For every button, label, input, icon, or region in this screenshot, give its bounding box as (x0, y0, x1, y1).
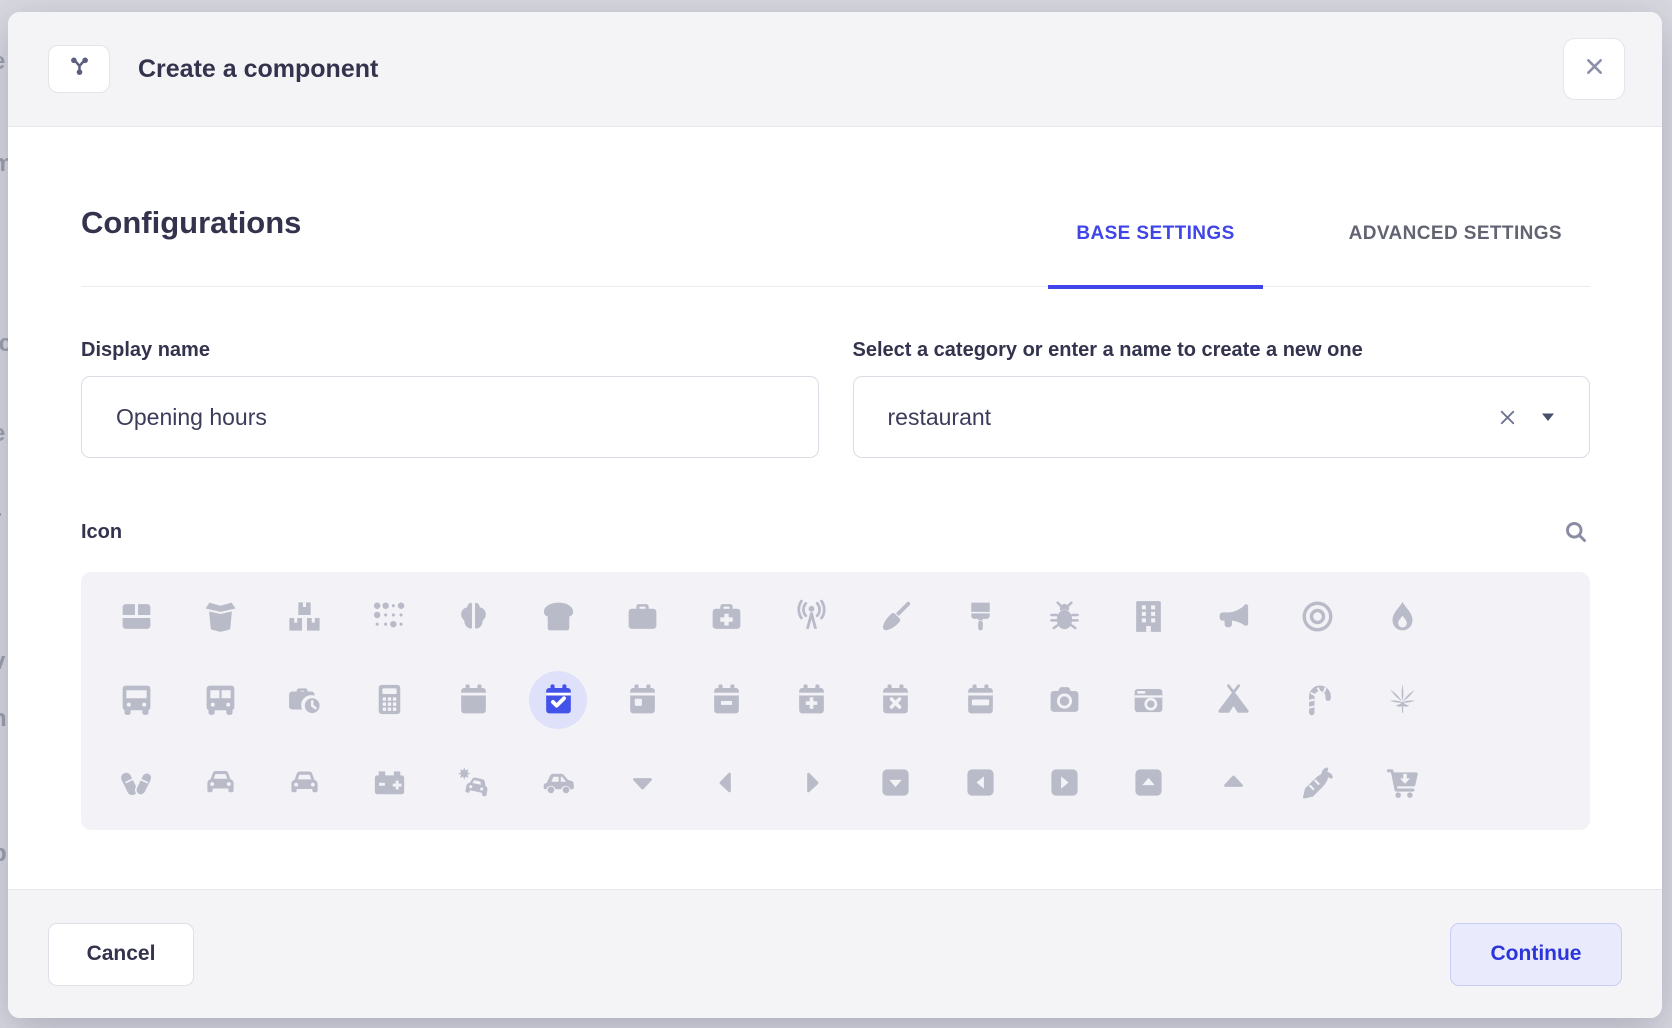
candy-cane-icon[interactable] (1275, 658, 1359, 741)
icon-label: Icon (81, 521, 122, 544)
configurations-header-row: Configurations BASE SETTINGS ADVANCED SE… (81, 205, 1590, 287)
close-button[interactable] (1563, 38, 1625, 100)
cancel-button[interactable]: Cancel (48, 923, 194, 986)
modal-body: Configurations BASE SETTINGS ADVANCED SE… (8, 127, 1662, 889)
icon-section-header: Icon (81, 518, 1590, 546)
calendar-plus-icon[interactable] (769, 658, 853, 741)
continue-button[interactable]: Continue (1450, 923, 1622, 986)
brain-icon[interactable] (432, 575, 516, 658)
category-value: restaurant (888, 404, 1497, 431)
icon-picker-panel (81, 572, 1590, 830)
caret-up-icon[interactable] (1191, 741, 1275, 824)
settings-tabs: BASE SETTINGS ADVANCED SETTINGS (1048, 223, 1590, 287)
box-open-icon[interactable] (178, 575, 262, 658)
category-field-group: Select a category or enter a name to cre… (853, 339, 1591, 458)
display-name-input[interactable] (116, 404, 784, 431)
caret-left-icon[interactable] (685, 741, 769, 824)
campground-icon[interactable] (1191, 658, 1275, 741)
braille-icon[interactable] (347, 575, 431, 658)
camera-icon[interactable] (1022, 658, 1106, 741)
caret-down-icon[interactable] (1541, 412, 1555, 422)
display-name-label: Display name (81, 339, 819, 362)
calendar-day-icon[interactable] (600, 658, 684, 741)
section-title: Configurations (81, 205, 301, 286)
bus-icon[interactable] (94, 658, 178, 741)
calendar-week-icon[interactable] (938, 658, 1022, 741)
tab-advanced-settings[interactable]: ADVANCED SETTINGS (1321, 223, 1590, 287)
close-icon (1581, 53, 1608, 85)
car-crash-icon[interactable] (432, 741, 516, 824)
caret-right-icon[interactable] (769, 741, 853, 824)
component-node-icon (66, 53, 93, 85)
car-alt-icon[interactable] (263, 741, 347, 824)
calendar-times-icon[interactable] (854, 658, 938, 741)
calendar-minus-icon[interactable] (685, 658, 769, 741)
briefcase-icon[interactable] (600, 575, 684, 658)
caret-square-down-icon[interactable] (854, 741, 938, 824)
calendar-check-icon[interactable] (516, 658, 600, 741)
capsules-icon[interactable] (94, 741, 178, 824)
tab-base-settings[interactable]: BASE SETTINGS (1048, 223, 1262, 289)
cart-arrow-down-icon[interactable] (1360, 741, 1444, 824)
clear-x-icon[interactable] (1496, 406, 1519, 429)
calculator-icon[interactable] (347, 658, 431, 741)
camera-retro-icon[interactable] (1107, 658, 1191, 741)
modal-footer: Cancel Continue (8, 889, 1662, 1018)
create-component-modal: Create a component Configurations BASE S… (8, 12, 1662, 1018)
bug-icon[interactable] (1022, 575, 1106, 658)
caret-down-icon[interactable] (600, 741, 684, 824)
display-name-field-group: Display name (81, 339, 819, 458)
brush-icon[interactable] (938, 575, 1022, 658)
icon-grid (81, 572, 1590, 824)
building-icon[interactable] (1107, 575, 1191, 658)
briefcase-medical-icon[interactable] (685, 575, 769, 658)
car-side-icon[interactable] (516, 741, 600, 824)
component-icon-badge (48, 45, 110, 93)
broadcast-tower-icon[interactable] (769, 575, 853, 658)
bus-alt-icon[interactable] (178, 658, 262, 741)
broom-icon[interactable] (854, 575, 938, 658)
bullhorn-icon[interactable] (1191, 575, 1275, 658)
car-battery-icon[interactable] (347, 741, 431, 824)
category-label: Select a category or enter a name to cre… (853, 339, 1591, 362)
bread-slice-icon[interactable] (516, 575, 600, 658)
modal-header: Create a component (8, 12, 1662, 127)
carrot-icon[interactable] (1275, 741, 1359, 824)
calendar-icon[interactable] (432, 658, 516, 741)
caret-square-left-icon[interactable] (938, 741, 1022, 824)
form-row: Display name Select a category or enter … (81, 339, 1590, 458)
burn-icon[interactable] (1360, 575, 1444, 658)
display-name-input-wrap (81, 376, 819, 458)
search-icon[interactable] (1562, 518, 1590, 546)
cannabis-icon[interactable] (1360, 658, 1444, 741)
category-select[interactable]: restaurant (853, 376, 1591, 458)
caret-square-right-icon[interactable] (1022, 741, 1106, 824)
car-icon[interactable] (178, 741, 262, 824)
box-icon[interactable] (94, 575, 178, 658)
business-time-icon[interactable] (263, 658, 347, 741)
boxes-icon[interactable] (263, 575, 347, 658)
modal-title: Create a component (138, 55, 378, 84)
bullseye-icon[interactable] (1275, 575, 1359, 658)
caret-square-up-icon[interactable] (1107, 741, 1191, 824)
